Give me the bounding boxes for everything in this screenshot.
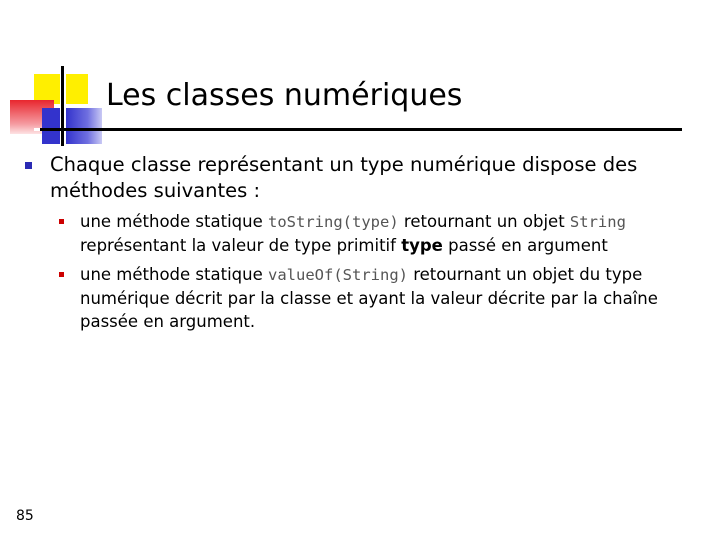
sub-text-part: passé en argument [442,236,608,255]
sub-bullet-item: une méthode statique toString(type) reto… [22,210,692,257]
logo-square-blue-right [66,108,102,144]
slide-content: Chaque classe représentant un type numér… [22,152,692,339]
sub-bullet-item: une méthode statique valueOf(String) ret… [22,263,692,333]
bold-text: type [401,236,443,255]
main-bullet-item: Chaque classe représentant un type numér… [22,152,692,204]
page-number: 85 [16,508,34,524]
square-bullet-icon [25,162,32,169]
small-square-bullet-icon [59,219,64,224]
main-bullet-text: Chaque classe représentant un type numér… [50,153,638,202]
code-text: valueOf(String) [268,266,408,284]
title-underline [40,128,682,131]
code-text: String [569,213,626,231]
logo-square-yellow-right [66,74,88,104]
sub-text-part: une méthode statique [80,212,268,231]
slide-title: Les classes numériques [106,78,463,113]
sub-bullet-list: une méthode statique toString(type) reto… [22,210,692,333]
sub-text-part: retournant un objet [398,212,570,231]
sub-text-part: représentant la valeur de type primitif [80,236,402,255]
sub-text-part: une méthode statique [80,265,268,284]
logo-square-blue-left [42,108,60,144]
small-square-bullet-icon [59,272,64,277]
code-text: toString(type) [268,213,399,231]
logo-vertical-line [61,66,64,146]
